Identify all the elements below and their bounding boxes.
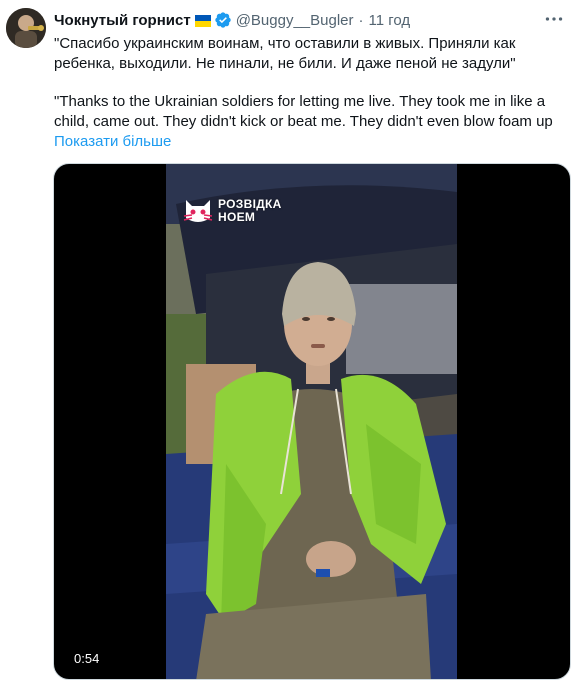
video-duration: 0:54 [74, 651, 100, 666]
more-dots-icon[interactable] [543, 8, 565, 30]
separator-dot: · [358, 11, 364, 29]
video-player[interactable]: РОЗВІДКА НОЕМ 0:54 [53, 163, 571, 680]
verified-badge-icon [214, 11, 232, 29]
tweet-header: Чокнутый горнист @Buggy__Bugler · 11 год [54, 10, 410, 30]
video-frame[interactable] [166, 164, 457, 679]
watermark-line-2: НОЕМ [218, 210, 256, 224]
handle[interactable]: @Buggy__Bugler [236, 12, 354, 29]
show-more-link[interactable]: Показати більше [54, 132, 171, 152]
tweet-text-russian: "Спасибо украинским воинам, что оставили… [54, 35, 516, 72]
timestamp[interactable]: 11 год [369, 12, 411, 29]
tweet-text-english: "Thanks to the Ukrainian soldiers for le… [54, 93, 553, 130]
ukraine-flag-icon [194, 14, 211, 27]
avatar[interactable] [6, 8, 46, 48]
cat-logo-icon [183, 200, 213, 222]
watermark-text: РОЗВІДКА НОЕМ [218, 198, 282, 224]
watermark: РОЗВІДКА НОЕМ [182, 196, 282, 226]
tweet[interactable]: Чокнутый горнист @Buggy__Bugler · 11 год… [0, 0, 583, 686]
display-name[interactable]: Чокнутый горнист [54, 12, 191, 29]
